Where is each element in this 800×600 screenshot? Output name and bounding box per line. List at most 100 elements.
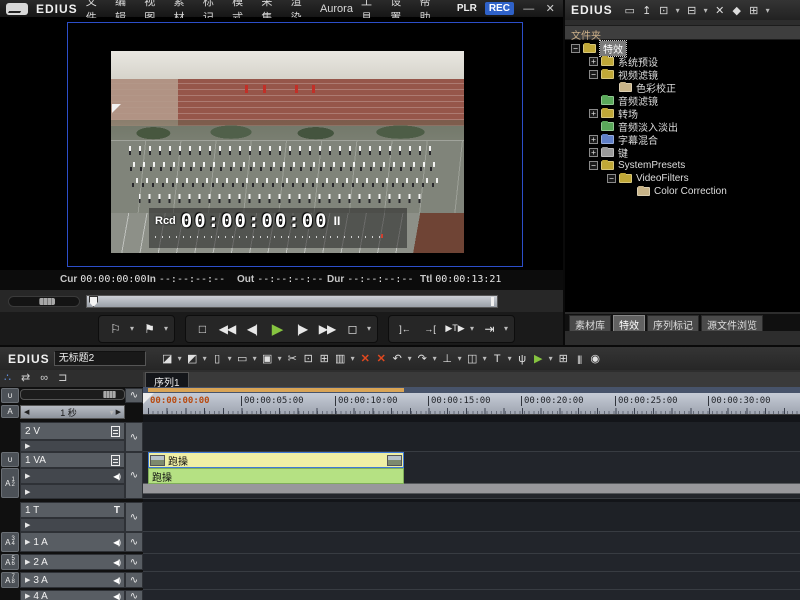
- cut-button[interactable]: ✂: [285, 350, 300, 368]
- position-playhead[interactable]: [89, 296, 98, 307]
- render-button[interactable]: ▶: [531, 350, 546, 368]
- delete-button[interactable]: ✕: [358, 350, 373, 368]
- tab-source-browser[interactable]: 源文件浏览: [701, 315, 763, 331]
- track-header-2v[interactable]: 2 V: [20, 422, 125, 440]
- track-sync-toggle[interactable]: ∿: [125, 388, 143, 403]
- voice-over-button[interactable]: ψ: [515, 350, 530, 368]
- tab-sequence-markers[interactable]: 序列标记: [647, 315, 699, 331]
- player-mode-button[interactable]: PLR: [457, 3, 477, 14]
- track-sync-toggle[interactable]: ∿: [125, 590, 143, 600]
- tab-effects[interactable]: 特效: [613, 315, 645, 331]
- expander-icon[interactable]: +: [589, 148, 598, 157]
- track-patch-button[interactable]: ∴: [4, 371, 11, 384]
- scale-slider-handle[interactable]: [103, 391, 116, 398]
- set-out-marker-caret[interactable]: ▾: [162, 324, 170, 333]
- expand-triangle-icon[interactable]: ▶: [25, 521, 30, 529]
- minimize-button[interactable]: —: [522, 3, 536, 15]
- ripple-delete-button[interactable]: ✕: [374, 350, 389, 368]
- audio-crossfade-button[interactable]: ◩: [185, 350, 200, 368]
- speaker-icon[interactable]: ◀): [113, 538, 120, 547]
- caret-icon[interactable]: ▾: [547, 354, 555, 363]
- speaker-icon[interactable]: ◀): [113, 592, 120, 600]
- va-audio-patch-button[interactable]: A 12: [1, 468, 19, 498]
- folder-icon[interactable]: ▭: [623, 4, 637, 17]
- track-sync-toggle[interactable]: ∿: [125, 422, 143, 452]
- track-2v-content[interactable]: [143, 422, 800, 452]
- expand-triangle-icon[interactable]: ▶: [25, 558, 30, 566]
- caret-icon[interactable]: ▾: [251, 354, 259, 363]
- undo-button[interactable]: ↶: [390, 350, 405, 368]
- caret-icon[interactable]: ▾: [201, 354, 209, 363]
- track-1t-expander-row[interactable]: ▶: [20, 518, 125, 532]
- caret-icon[interactable]: ▾: [349, 354, 357, 363]
- tree-item-audio-filters[interactable]: 音频滤镜: [565, 94, 800, 107]
- caret-icon[interactable]: ▾: [481, 354, 489, 363]
- set-out-marker-button[interactable]: ⚑: [137, 318, 161, 340]
- position-bar[interactable]: [86, 295, 498, 308]
- timescale-caret[interactable]: ▾: [108, 408, 116, 417]
- loop-playback-button[interactable]: ◻: [340, 318, 364, 340]
- tree-item-keys[interactable]: + 键: [565, 146, 800, 159]
- timeline-playhead[interactable]: [143, 393, 154, 404]
- duplicate-caret[interactable]: ▾: [674, 6, 682, 15]
- track-3a-content[interactable]: [143, 572, 800, 590]
- track-sync-toggle[interactable]: ∿: [125, 502, 143, 532]
- track-2v-expander-row[interactable]: ▶: [20, 440, 125, 452]
- track-4a-content[interactable]: [143, 590, 800, 600]
- expand-triangle-icon[interactable]: ▶: [25, 576, 30, 584]
- expand-triangle-icon[interactable]: ▶: [25, 488, 30, 496]
- expand-triangle-icon[interactable]: ▶: [25, 592, 30, 600]
- tree-item-title-mixers[interactable]: + 字幕混合: [565, 133, 800, 146]
- scale-right-arrow-icon[interactable]: ▶: [116, 408, 121, 416]
- view-mode-icon[interactable]: ⊞: [747, 4, 761, 17]
- tree-item-color-correction-en[interactable]: Color Correction: [565, 185, 800, 198]
- track-1t-content[interactable]: [143, 502, 800, 532]
- video-patch-button[interactable]: ∪: [1, 388, 19, 403]
- speaker-icon[interactable]: ◀): [113, 558, 120, 567]
- track-header-2a[interactable]: ▶ 2 A ◀): [20, 554, 125, 570]
- caret-icon[interactable]: ▾: [456, 354, 464, 363]
- track-1a-content[interactable]: [143, 532, 800, 554]
- tree-item-systempresets-en[interactable]: − SystemPresets: [565, 159, 800, 172]
- export-caret[interactable]: ▾: [502, 324, 510, 333]
- create-title-button[interactable]: T: [490, 350, 505, 368]
- expander-icon[interactable]: +: [589, 57, 598, 66]
- track-header-1t[interactable]: 1 T T: [20, 502, 125, 518]
- a2-patch-button[interactable]: A 56: [1, 554, 19, 570]
- loop-playback-caret[interactable]: ▾: [365, 324, 373, 333]
- va-video-patch-button[interactable]: ∪: [1, 452, 19, 467]
- recorder-mode-button[interactable]: REC: [485, 2, 514, 15]
- clip-video-segment[interactable]: 跑操: [148, 452, 404, 468]
- splitter-caret[interactable]: ▾: [702, 6, 710, 15]
- tree-item-videofilters-en[interactable]: − VideoFilters: [565, 172, 800, 185]
- expander-icon[interactable]: −: [607, 174, 616, 183]
- tab-asset-bin[interactable]: 素材库: [569, 315, 611, 331]
- track-1va-expander-row[interactable]: ▶: [20, 484, 125, 499]
- tree-item-video-filters[interactable]: − 视频滤镜: [565, 68, 800, 81]
- import-button[interactable]: ▭: [235, 350, 250, 368]
- track-sync-toggle[interactable]: ∿: [125, 572, 143, 588]
- settings-icon[interactable]: ◆: [730, 4, 744, 17]
- caret-icon[interactable]: ▾: [431, 354, 439, 363]
- export-button[interactable]: ⇥: [477, 318, 501, 340]
- track-sync-toggle[interactable]: ∿: [125, 554, 143, 570]
- copy-button[interactable]: ⊡: [301, 350, 316, 368]
- speaker-icon[interactable]: ◀): [113, 576, 120, 585]
- grid-view-button[interactable]: ⊞: [556, 350, 571, 368]
- rewind-button[interactable]: ◀◀: [215, 318, 239, 340]
- expander-icon[interactable]: −: [571, 44, 580, 53]
- add-cut-point-button[interactable]: ⊥: [440, 350, 455, 368]
- next-frame-button[interactable]: |▶: [290, 318, 314, 340]
- track-2a-content[interactable]: [143, 554, 800, 572]
- track-header-1va[interactable]: 1 VA: [20, 452, 125, 468]
- caret-icon[interactable]: ▾: [406, 354, 414, 363]
- track-1va-audio-row[interactable]: ▶ ◀): [20, 468, 125, 484]
- expander-icon[interactable]: +: [589, 135, 598, 144]
- track-sync-toggle[interactable]: ∿: [125, 452, 143, 499]
- save-button[interactable]: ▣: [260, 350, 275, 368]
- up-folder-icon[interactable]: ↥: [640, 4, 654, 17]
- set-in-marker-button[interactable]: ⚐: [103, 318, 127, 340]
- caret-icon[interactable]: ▾: [226, 354, 234, 363]
- track-header-1a[interactable]: ▶ 1 A ◀): [20, 532, 125, 552]
- expand-triangle-icon[interactable]: ▶: [25, 442, 30, 450]
